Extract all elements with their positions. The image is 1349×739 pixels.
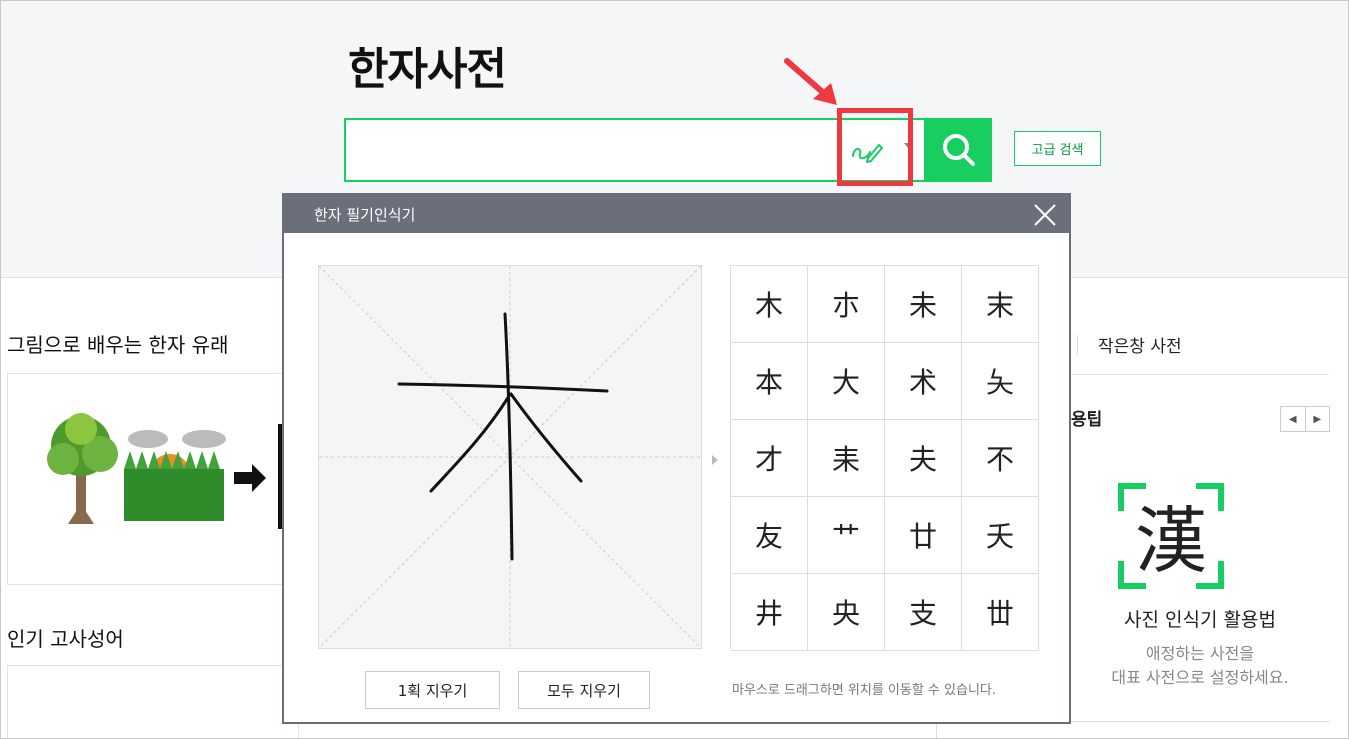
tip-title: 용팁: [1071, 410, 1103, 430]
divider: [1071, 374, 1329, 375]
divider: [1077, 335, 1078, 355]
candidate-cell[interactable]: 艹: [808, 497, 885, 574]
tip-nav: ◀ ▶: [1280, 406, 1330, 432]
canvas-drawing: [318, 265, 702, 649]
candidate-cell[interactable]: 木: [731, 266, 808, 343]
popup-title: 한자 필기인식기: [314, 205, 416, 224]
candidate-cell[interactable]: 央: [808, 574, 885, 651]
tip-character: 漢: [1134, 498, 1207, 583]
origin-card[interactable]: [7, 373, 299, 585]
candidate-cell[interactable]: 支: [885, 574, 962, 651]
clear-all-button[interactable]: 모두 지우기: [518, 671, 650, 709]
section-title-idioms: 인기 고사성어: [7, 627, 124, 651]
candidate-cell[interactable]: 本: [731, 343, 808, 420]
candidate-cell[interactable]: 耒: [808, 420, 885, 497]
candidate-cell[interactable]: 不: [962, 420, 1039, 497]
candidate-cell[interactable]: 丗: [962, 574, 1039, 651]
page: 한자사전 고급 검색 그림으로 배우는 한자 유래 인기 고사성어 작은창 사전…: [0, 0, 1349, 739]
handwriting-popup[interactable]: 한자 필기인식기 木 朩 未 末 本 大 术 夨 才 耒 夫 不 友 艹 廿 夭…: [282, 193, 1071, 724]
candidate-cell[interactable]: 夨: [962, 343, 1039, 420]
advanced-search-button[interactable]: 고급 검색: [1014, 131, 1101, 166]
tip-description: 애정하는 사전을 대표 사전으로 설정하세요.: [1071, 642, 1329, 690]
prev-arrow-icon[interactable]: ◀: [1281, 407, 1306, 431]
mini-dict-link[interactable]: 작은창 사전: [1098, 332, 1182, 357]
search-input[interactable]: [356, 128, 830, 172]
page-title: 한자사전: [348, 44, 507, 95]
handwriting-canvas[interactable]: [318, 265, 702, 649]
candidate-cell[interactable]: 大: [808, 343, 885, 420]
candidate-cell[interactable]: 夫: [885, 420, 962, 497]
popup-hint: 마우스로 드래그하면 위치를 이동할 수 있습니다.: [732, 683, 996, 698]
section-title-origin: 그림으로 배우는 한자 유래: [7, 333, 229, 357]
candidate-grid: 木 朩 未 末 本 大 术 夨 才 耒 夫 不 友 艹 廿 夭 井 央 支 丗: [730, 265, 1039, 651]
candidate-cell[interactable]: 术: [885, 343, 962, 420]
candidate-cell[interactable]: 朩: [808, 266, 885, 343]
tip-subtitle: 사진 인식기 활용법: [1124, 609, 1276, 631]
candidate-arrow-icon: [712, 455, 718, 465]
popup-header[interactable]: 한자 필기인식기: [284, 195, 1069, 233]
highlight-box: [837, 108, 913, 186]
candidate-cell[interactable]: 廿: [885, 497, 962, 574]
candidate-cell[interactable]: 井: [731, 574, 808, 651]
candidate-cell[interactable]: 才: [731, 420, 808, 497]
candidate-cell[interactable]: 未: [885, 266, 962, 343]
candidate-cell[interactable]: 夭: [962, 497, 1039, 574]
tree-field-illustration: [47, 413, 284, 529]
tip-desc-line: 대표 사전으로 설정하세요.: [1111, 668, 1289, 687]
pointer-arrow-icon: [784, 58, 837, 105]
close-icon[interactable]: [1033, 203, 1057, 227]
candidate-cell[interactable]: 友: [731, 497, 808, 574]
clear-one-stroke-button[interactable]: 1획 지우기: [365, 671, 500, 709]
candidate-cell[interactable]: 末: [962, 266, 1039, 343]
search-button[interactable]: [925, 118, 992, 182]
search-icon: [942, 134, 975, 166]
tip-desc-line: 애정하는 사전을: [1145, 644, 1255, 663]
next-arrow-icon[interactable]: ▶: [1306, 407, 1330, 431]
idioms-card: [7, 665, 299, 738]
